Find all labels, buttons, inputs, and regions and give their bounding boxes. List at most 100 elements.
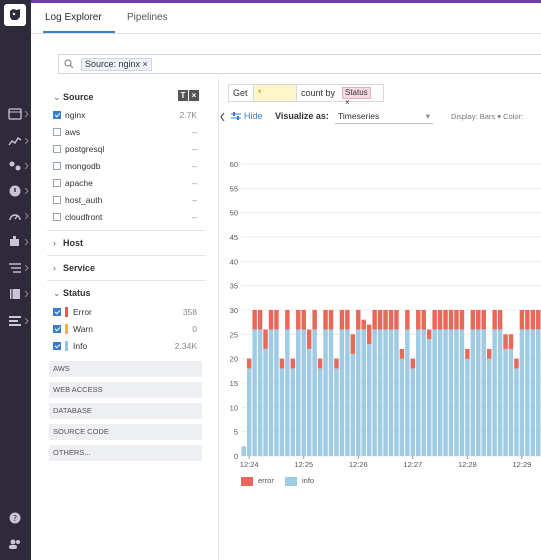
measure-field[interactable]: * (253, 84, 297, 102)
checkbox[interactable] (53, 342, 61, 350)
facet-item-postgresql[interactable]: postgresql – (53, 142, 203, 156)
facet-item-aws[interactable]: aws – (53, 125, 203, 139)
bar-info[interactable] (399, 358, 405, 456)
bar-info[interactable] (416, 329, 421, 456)
checkbox[interactable] (53, 111, 61, 119)
help-icon[interactable]: ? (8, 512, 22, 524)
bar-info[interactable] (481, 329, 486, 456)
bar-error[interactable] (339, 310, 345, 330)
bar-info[interactable] (405, 329, 410, 456)
facet-group-source-code[interactable]: SOURCE CODE (49, 424, 202, 440)
monitors-icon[interactable] (8, 108, 22, 120)
facet-item-cloudfront[interactable]: cloudfront – (53, 210, 203, 224)
bar-info[interactable] (274, 329, 279, 456)
facet-item-host-auth[interactable]: host_auth – (53, 193, 203, 207)
bar-error[interactable] (405, 310, 410, 330)
legend-error[interactable]: error (241, 476, 274, 486)
text-icon[interactable]: T (178, 90, 188, 101)
facet-source-header[interactable]: ⌄ Source (53, 92, 94, 103)
bar-error[interactable] (514, 358, 519, 369)
bar-error[interactable] (252, 310, 257, 330)
bar-info[interactable] (296, 329, 301, 456)
bar-info[interactable] (356, 329, 361, 456)
checkbox[interactable] (53, 325, 61, 333)
logs-active-icon[interactable] (8, 315, 22, 327)
facet-status-header[interactable]: ⌄ Status (53, 288, 91, 299)
bar-info[interactable] (252, 329, 257, 456)
dashboards-icon[interactable] (8, 135, 22, 147)
bar-error[interactable] (285, 310, 290, 330)
bar-info[interactable] (388, 329, 394, 456)
bar-info[interactable] (459, 329, 465, 456)
bar-info[interactable] (372, 329, 377, 456)
bar-error[interactable] (306, 329, 312, 349)
bar-info[interactable] (334, 368, 339, 456)
bar-info[interactable] (361, 329, 366, 456)
bar-info[interactable] (383, 329, 388, 456)
bar-error[interactable] (268, 310, 274, 330)
bar-info[interactable] (241, 446, 246, 456)
legend-info[interactable]: info (285, 476, 314, 486)
bar-info[interactable] (339, 329, 345, 456)
bar-info[interactable] (328, 329, 334, 456)
bar-error[interactable] (421, 310, 426, 330)
bar-error[interactable] (443, 310, 448, 330)
bar-error[interactable] (263, 329, 268, 349)
notebook-icon[interactable] (8, 288, 22, 300)
bar-info[interactable] (394, 329, 399, 456)
bar-info[interactable] (279, 368, 285, 456)
bar-error[interactable] (377, 310, 383, 330)
bar-info[interactable] (519, 329, 525, 456)
bar-error[interactable] (448, 310, 454, 330)
bar-error[interactable] (519, 310, 525, 330)
bar-info[interactable] (345, 329, 350, 456)
bar-info[interactable] (530, 329, 536, 456)
sliders-icon[interactable] (231, 112, 241, 121)
team-icon[interactable] (8, 538, 22, 550)
bar-info[interactable] (426, 339, 432, 456)
bar-info[interactable] (268, 329, 274, 456)
facet-host-header[interactable]: › Host (53, 238, 83, 248)
facet-group-others[interactable]: OTHERS... (49, 445, 202, 461)
bar-error[interactable] (361, 319, 366, 330)
bar-error[interactable] (356, 310, 361, 330)
bar-error[interactable] (296, 310, 301, 330)
search-input[interactable]: Source: nginx × (58, 54, 541, 74)
bar-error[interactable] (486, 348, 492, 359)
bar-error[interactable] (394, 310, 399, 330)
bar-info[interactable] (470, 329, 476, 456)
bar-info[interactable] (410, 368, 416, 456)
bar-info[interactable] (432, 329, 437, 456)
bar-error[interactable] (383, 310, 388, 330)
bar-info[interactable] (323, 329, 328, 456)
datadog-logo[interactable] (4, 4, 26, 26)
alert-icon[interactable] (8, 185, 22, 197)
bar-info[interactable] (246, 368, 252, 456)
gauge-icon[interactable] (8, 210, 22, 222)
bar-error[interactable] (279, 358, 285, 369)
bar-error[interactable] (317, 358, 323, 369)
bar-info[interactable] (497, 329, 503, 456)
bar-error[interactable] (246, 358, 252, 369)
bar-info[interactable] (377, 329, 383, 456)
bar-info[interactable] (263, 348, 268, 456)
bar-error[interactable] (274, 310, 279, 330)
bar-info[interactable] (306, 348, 312, 456)
checkbox[interactable] (53, 196, 61, 204)
checkbox[interactable] (53, 145, 61, 153)
bar-error[interactable] (301, 310, 306, 330)
checkbox[interactable] (53, 213, 61, 221)
display-options[interactable]: Display: Bars ▾ Color: (451, 112, 523, 121)
bar-info[interactable] (366, 344, 372, 456)
bar-info[interactable] (257, 329, 263, 456)
bar-error[interactable] (257, 310, 263, 330)
facet-group-aws[interactable]: AWS (49, 361, 202, 377)
checkbox[interactable] (53, 308, 61, 316)
bar-error[interactable] (459, 310, 465, 330)
checkbox[interactable] (53, 128, 61, 136)
bar-info[interactable] (465, 358, 470, 456)
bar-error[interactable] (410, 358, 416, 369)
bar-error[interactable] (492, 310, 497, 330)
bar-info[interactable] (317, 368, 323, 456)
bar-error[interactable] (323, 310, 328, 330)
